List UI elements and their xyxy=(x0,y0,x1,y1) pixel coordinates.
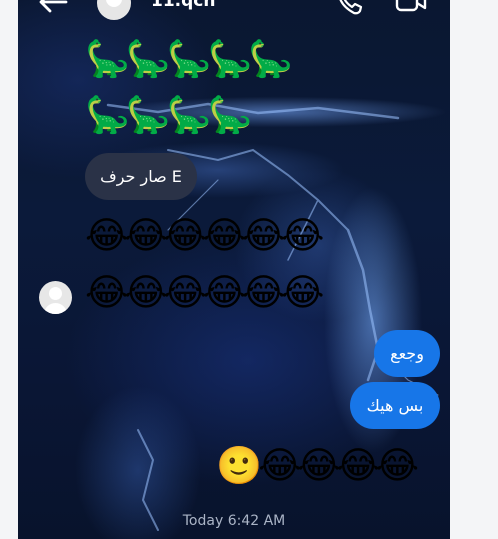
message-laughing-emojis[interactable]: 😂😂😂😂😂😂 xyxy=(85,271,324,315)
sender-avatar[interactable] xyxy=(39,281,72,314)
video-camera-icon[interactable] xyxy=(395,0,427,16)
chat-screen: 11.qch 🦕🦕🦕🦕🦕 🦕🦕🦕🦕 صار حرف E 😂😂😂😂😂😂 😂😂😂😂😂… xyxy=(18,0,450,539)
message-dinosaur-emojis[interactable]: 🦕🦕🦕🦕🦕 xyxy=(85,38,293,82)
contact-name[interactable]: 11.qch xyxy=(151,0,215,11)
back-arrow-icon[interactable] xyxy=(36,0,70,16)
left-margin xyxy=(0,0,18,539)
message-laughing-emojis[interactable]: 😂😂😂😂😂😂 xyxy=(85,214,324,258)
right-margin xyxy=(450,0,498,539)
message-dinosaur-emojis[interactable]: 🦕🦕🦕🦕 xyxy=(85,94,252,138)
outgoing-message-bubble[interactable]: وجعع xyxy=(374,330,440,377)
phone-icon[interactable] xyxy=(336,0,366,16)
message-timestamp: Today 6:42 AM xyxy=(182,513,286,529)
incoming-message-bubble[interactable]: صار حرف E xyxy=(85,153,197,200)
outgoing-emoji-message[interactable]: 🙂😂😂😂😂 xyxy=(216,444,419,488)
outgoing-message-bubble[interactable]: بس هيك xyxy=(350,382,440,429)
